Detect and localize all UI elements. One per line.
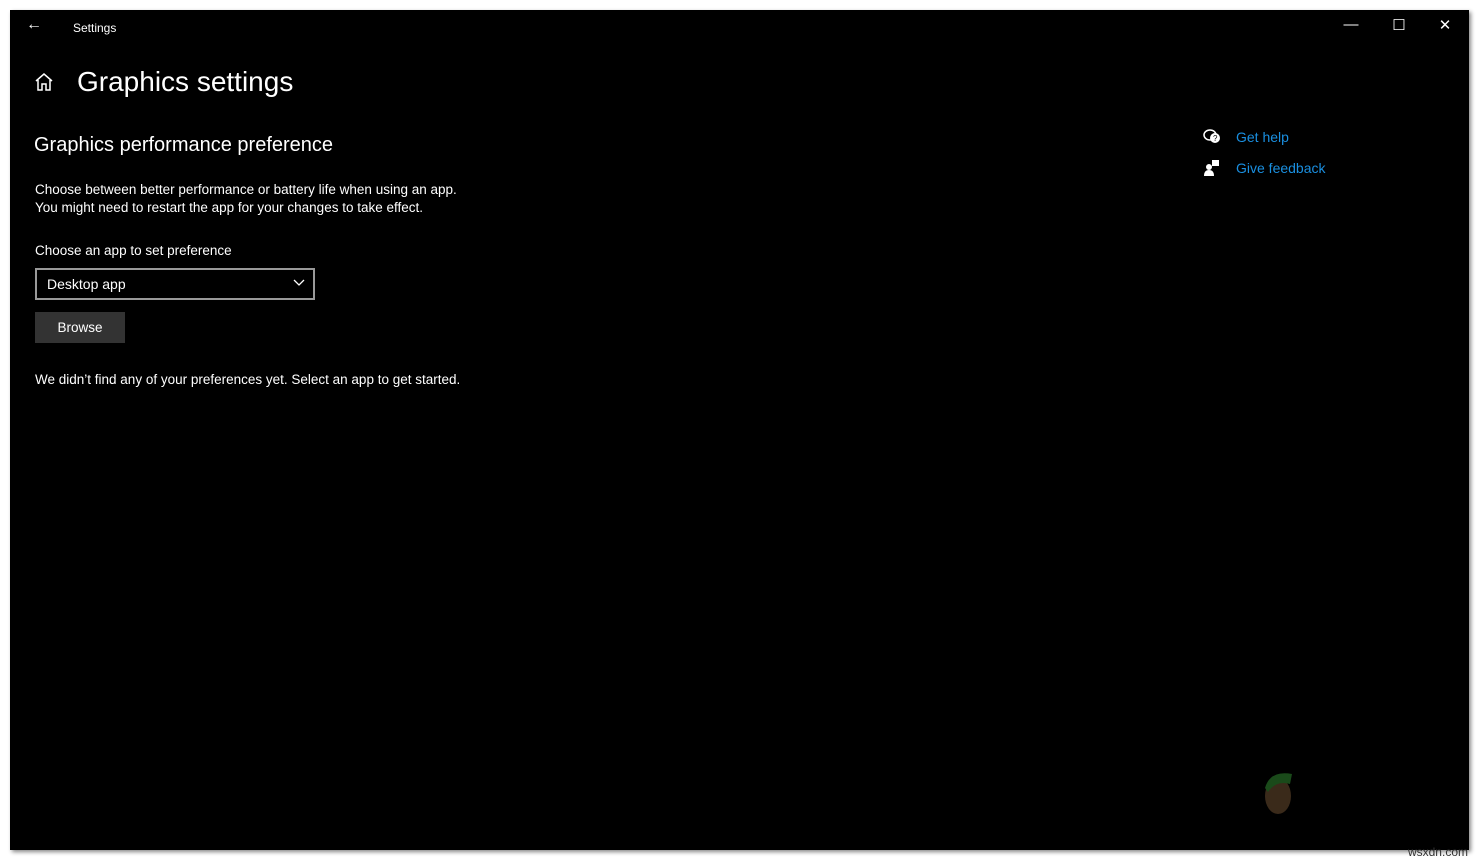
page-title: Graphics settings [77,66,294,97]
dropdown-value: Desktop app [47,276,126,292]
browse-button[interactable]: Browse [35,312,125,343]
settings-window: ← Settings — ☐ ✕ Graphics settings Graph… [10,10,1469,850]
close-button[interactable]: ✕ [1430,16,1460,34]
watermark-mascot-icon [1265,773,1292,814]
watermark: wsxdn.com [1407,845,1468,859]
window-title: Settings [73,21,117,35]
get-help-icon: ? [1203,129,1220,143]
maximize-button[interactable]: ☐ [1384,16,1414,34]
description-line-2: You might need to restart the app for yo… [35,200,423,215]
description-line-1: Choose between better performance or bat… [35,182,457,197]
app-type-dropdown[interactable]: Desktop app [35,268,315,300]
section-title: Graphics performance preference [34,134,334,156]
home-icon[interactable] [34,72,54,92]
back-button[interactable]: ← [26,16,42,34]
get-help-link[interactable]: Get help [1236,129,1289,145]
svg-text:?: ? [1213,134,1218,143]
chevron-down-icon [293,279,305,286]
give-feedback-link[interactable]: Give feedback [1236,160,1326,176]
give-feedback-icon [1204,160,1219,176]
empty-message: We didn’t find any of your preferences y… [35,372,461,387]
choose-app-label: Choose an app to set preference [35,243,232,258]
minimize-button[interactable]: — [1336,16,1366,33]
